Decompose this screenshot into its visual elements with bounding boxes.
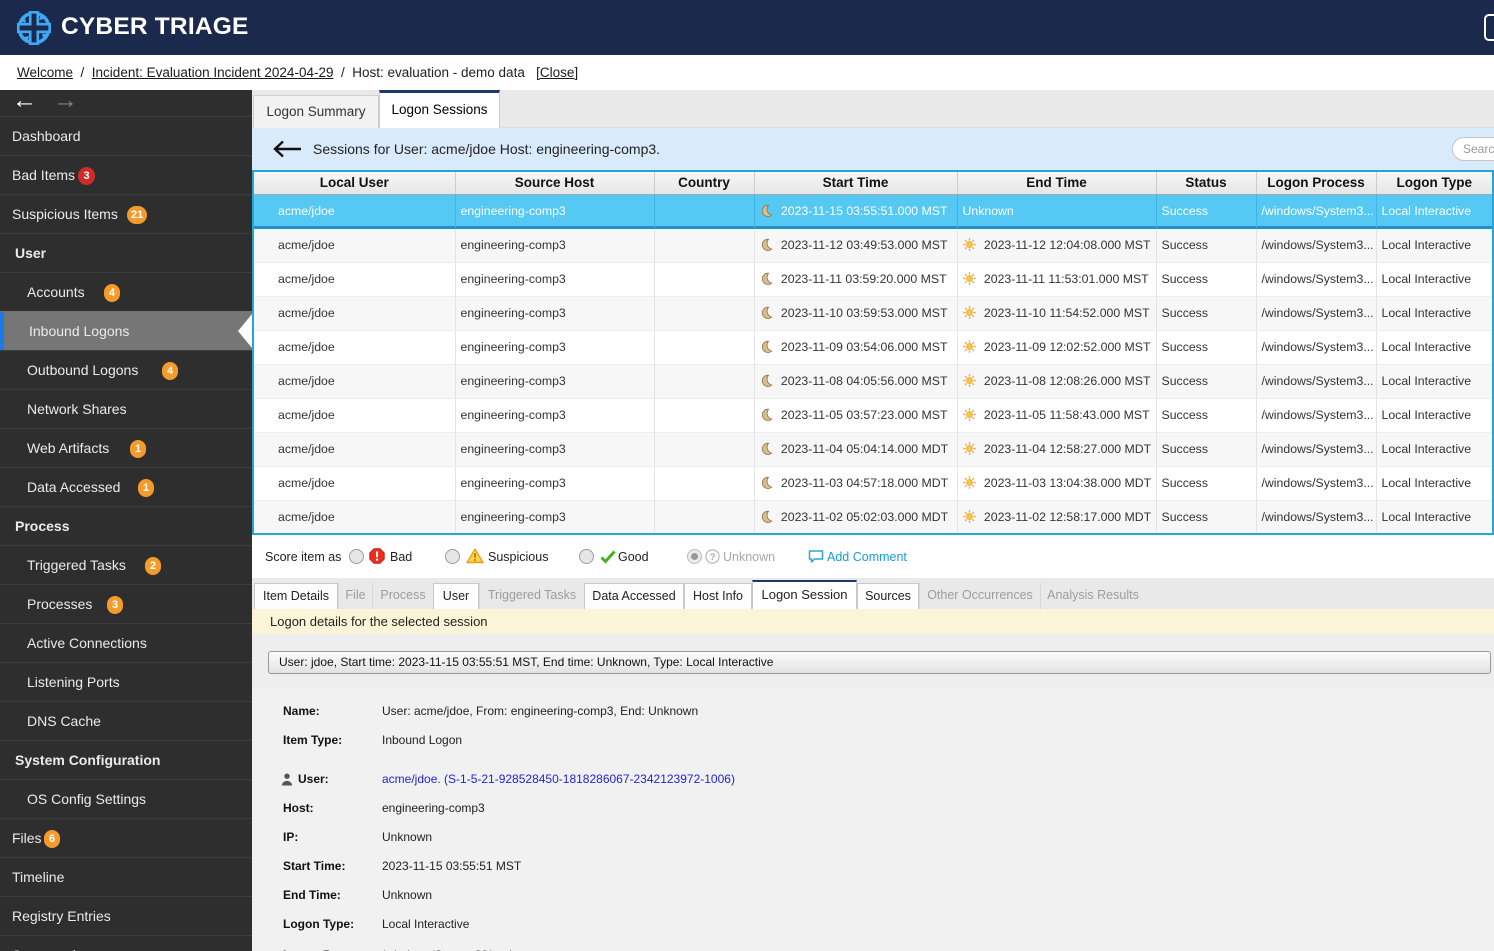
svg-text:?: ? bbox=[710, 552, 716, 563]
